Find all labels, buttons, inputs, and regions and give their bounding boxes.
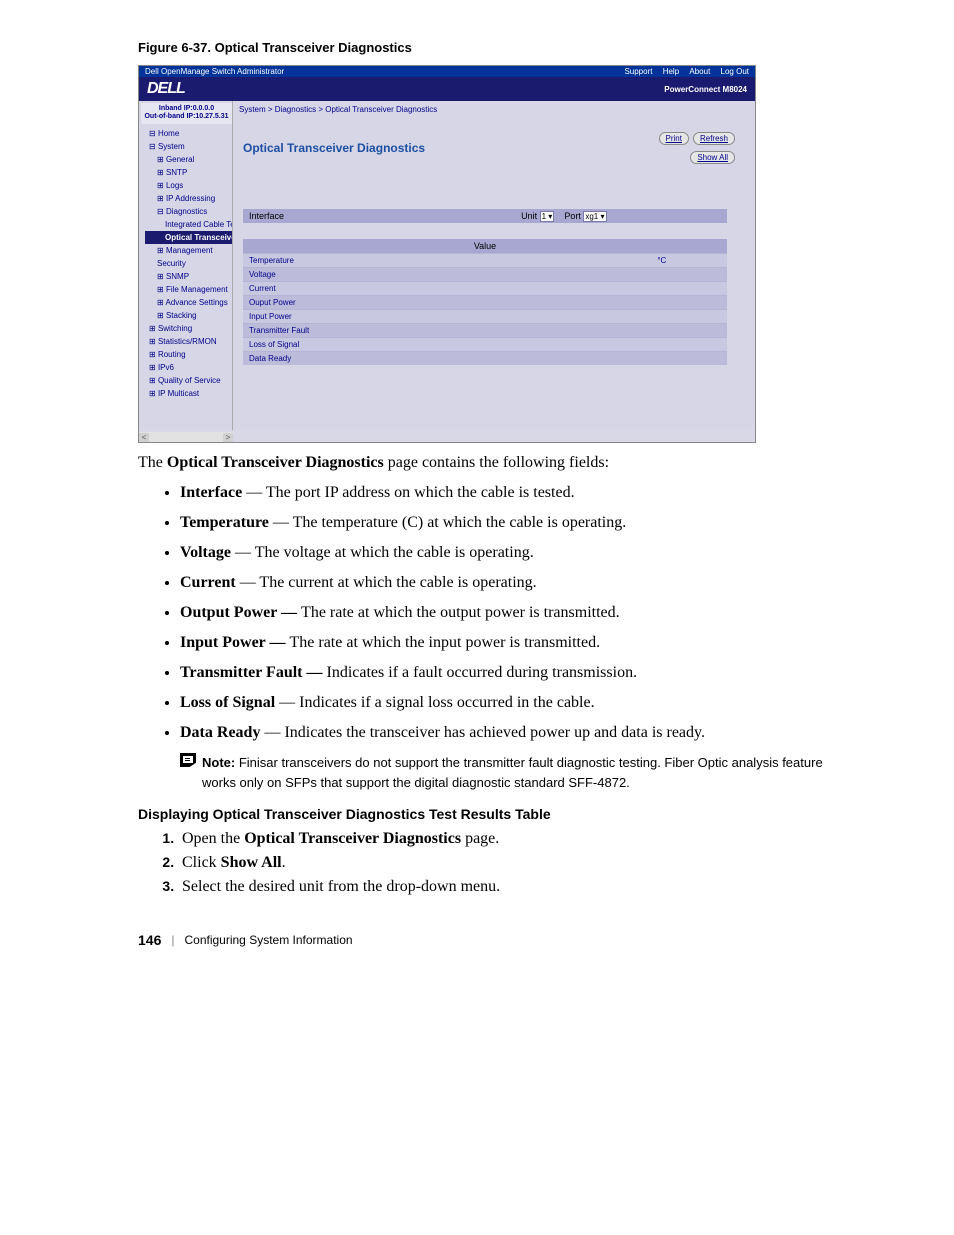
footer-section: Configuring System Information xyxy=(184,933,352,947)
field-voltage: Voltage — The voltage at which the cable… xyxy=(180,541,854,565)
ip-block: Inband IP:0.0.0.0 Out-of-band IP:10.27.5… xyxy=(141,103,232,124)
subheading: Displaying Optical Transceiver Diagnosti… xyxy=(138,806,854,822)
page-footer: 146 | Configuring System Information xyxy=(138,932,854,948)
field-input-power: Input Power — The rate at which the inpu… xyxy=(180,631,854,655)
field-interface: Interface — The port IP address on which… xyxy=(180,481,854,505)
port-select[interactable]: xg1 ▾ xyxy=(583,211,606,222)
tree-home[interactable]: ⊟ Home xyxy=(145,127,232,140)
tree-switching[interactable]: ⊞ Switching xyxy=(145,322,232,335)
row-tx-fault: Transmitter Fault xyxy=(243,324,727,338)
tree-stacking[interactable]: ⊞ Stacking xyxy=(145,309,232,322)
tree-qos[interactable]: ⊞ Quality of Service xyxy=(145,374,232,387)
field-temperature: Temperature — The temperature (C) at whi… xyxy=(180,511,854,535)
tree-sntp[interactable]: ⊞ SNTP xyxy=(145,166,232,179)
temperature-unit: °C xyxy=(597,254,727,268)
showall-button[interactable]: Show All xyxy=(690,151,735,164)
tree-diagnostics[interactable]: ⊟ Diagnostics xyxy=(145,205,232,218)
tree-mgmt-security[interactable]: ⊞ Management Security xyxy=(145,244,232,270)
row-data-ready: Data Ready xyxy=(243,352,727,366)
tree-file-mgmt[interactable]: ⊞ File Management xyxy=(145,283,232,296)
tree-advance[interactable]: ⊞ Advance Settings xyxy=(145,296,232,309)
row-input-power: Input Power xyxy=(243,310,727,324)
field-current: Current — The current at which the cable… xyxy=(180,571,854,595)
body-text: The Optical Transceiver Diagnostics page… xyxy=(138,451,854,792)
titlebar-title: Dell OpenManage Switch Administrator xyxy=(145,67,284,76)
port-label: Port xyxy=(564,211,581,221)
link-help[interactable]: Help xyxy=(663,67,679,76)
note-block: Note: Finisar transceivers do not suppor… xyxy=(180,753,854,792)
link-logout[interactable]: Log Out xyxy=(721,67,749,76)
interface-label: Interface xyxy=(243,209,401,223)
value-header: Value xyxy=(243,239,727,254)
field-loss-of-signal: Loss of Signal — Indicates if a signal l… xyxy=(180,691,854,715)
refresh-button[interactable]: Refresh xyxy=(693,132,735,145)
note-text: Finisar transceivers do not support the … xyxy=(202,755,823,790)
unit-label: Unit xyxy=(521,211,537,221)
breadcrumb: System > Diagnostics > Optical Transceiv… xyxy=(233,101,755,127)
field-output-power: Output Power — The rate at which the out… xyxy=(180,601,854,625)
tree-ipv6[interactable]: ⊞ IPv6 xyxy=(145,361,232,374)
row-loss-of-signal: Loss of Signal xyxy=(243,338,727,352)
note-icon xyxy=(180,753,196,767)
step-2: Click Show All. xyxy=(178,854,854,872)
oob-ip: Out-of-band IP:10.27.5.31 xyxy=(143,113,230,121)
row-temperature: Temperature xyxy=(243,254,597,268)
tree-routing[interactable]: ⊞ Routing xyxy=(145,348,232,361)
tree-logs[interactable]: ⊞ Logs xyxy=(145,179,232,192)
field-list: Interface — The port IP address on which… xyxy=(138,481,854,745)
tree-system[interactable]: ⊟ System xyxy=(145,140,232,153)
tree-ip-addressing[interactable]: ⊞ IP Addressing xyxy=(145,192,232,205)
tree-optical-transceiver[interactable]: Optical Transceive xyxy=(145,231,232,244)
row-voltage: Voltage xyxy=(243,268,727,282)
step-3: Select the desired unit from the drop-do… xyxy=(178,878,854,896)
note-label: Note: xyxy=(202,755,239,770)
page-number: 146 xyxy=(138,932,161,948)
link-about[interactable]: About xyxy=(689,67,710,76)
row-current: Current xyxy=(243,282,727,296)
value-table: Value Temperature°C Voltage Current Oupu… xyxy=(243,239,727,365)
inband-ip: Inband IP:0.0.0.0 xyxy=(143,105,230,113)
header-bar: DELL PowerConnect M8024 xyxy=(139,77,755,101)
field-tx-fault: Transmitter Fault — Indicates if a fault… xyxy=(180,661,854,685)
sidebar: Inband IP:0.0.0.0 Out-of-band IP:10.27.5… xyxy=(139,101,233,430)
step-1: Open the Optical Transceiver Diagnostics… xyxy=(178,830,854,848)
link-support[interactable]: Support xyxy=(624,67,652,76)
print-button[interactable]: Print xyxy=(659,132,689,145)
tree-stats[interactable]: ⊞ Statistics/RMON xyxy=(145,335,232,348)
footer-separator: | xyxy=(171,933,174,947)
figure-caption: Figure 6-37. Optical Transceiver Diagnos… xyxy=(138,40,854,55)
main-panel: System > Diagnostics > Optical Transceiv… xyxy=(233,101,755,430)
tree-snmp[interactable]: ⊞ SNMP xyxy=(145,270,232,283)
device-model: PowerConnect M8024 xyxy=(664,85,747,94)
row-output-power: Ouput Power xyxy=(243,296,727,310)
dell-logo: DELL xyxy=(147,80,185,98)
field-data-ready: Data Ready — Indicates the transceiver h… xyxy=(180,721,854,745)
tree-integrated-cable[interactable]: Integrated Cable Te xyxy=(145,218,232,231)
interface-table: Interface Unit 1 ▾ Port xg1 ▾ xyxy=(243,209,727,223)
window-titlebar: Dell OpenManage Switch Administrator Sup… xyxy=(139,66,755,77)
screenshot-window: Dell OpenManage Switch Administrator Sup… xyxy=(138,65,756,443)
tree-ipmcast[interactable]: ⊞ IP Multicast xyxy=(145,387,232,400)
tree-general[interactable]: ⊞ General xyxy=(145,153,232,166)
nav-tree: ⊟ Home ⊟ System ⊞ General ⊞ SNTP ⊞ Logs … xyxy=(141,124,232,400)
unit-select[interactable]: 1 ▾ xyxy=(540,211,555,222)
steps-list: Open the Optical Transceiver Diagnostics… xyxy=(158,830,854,896)
